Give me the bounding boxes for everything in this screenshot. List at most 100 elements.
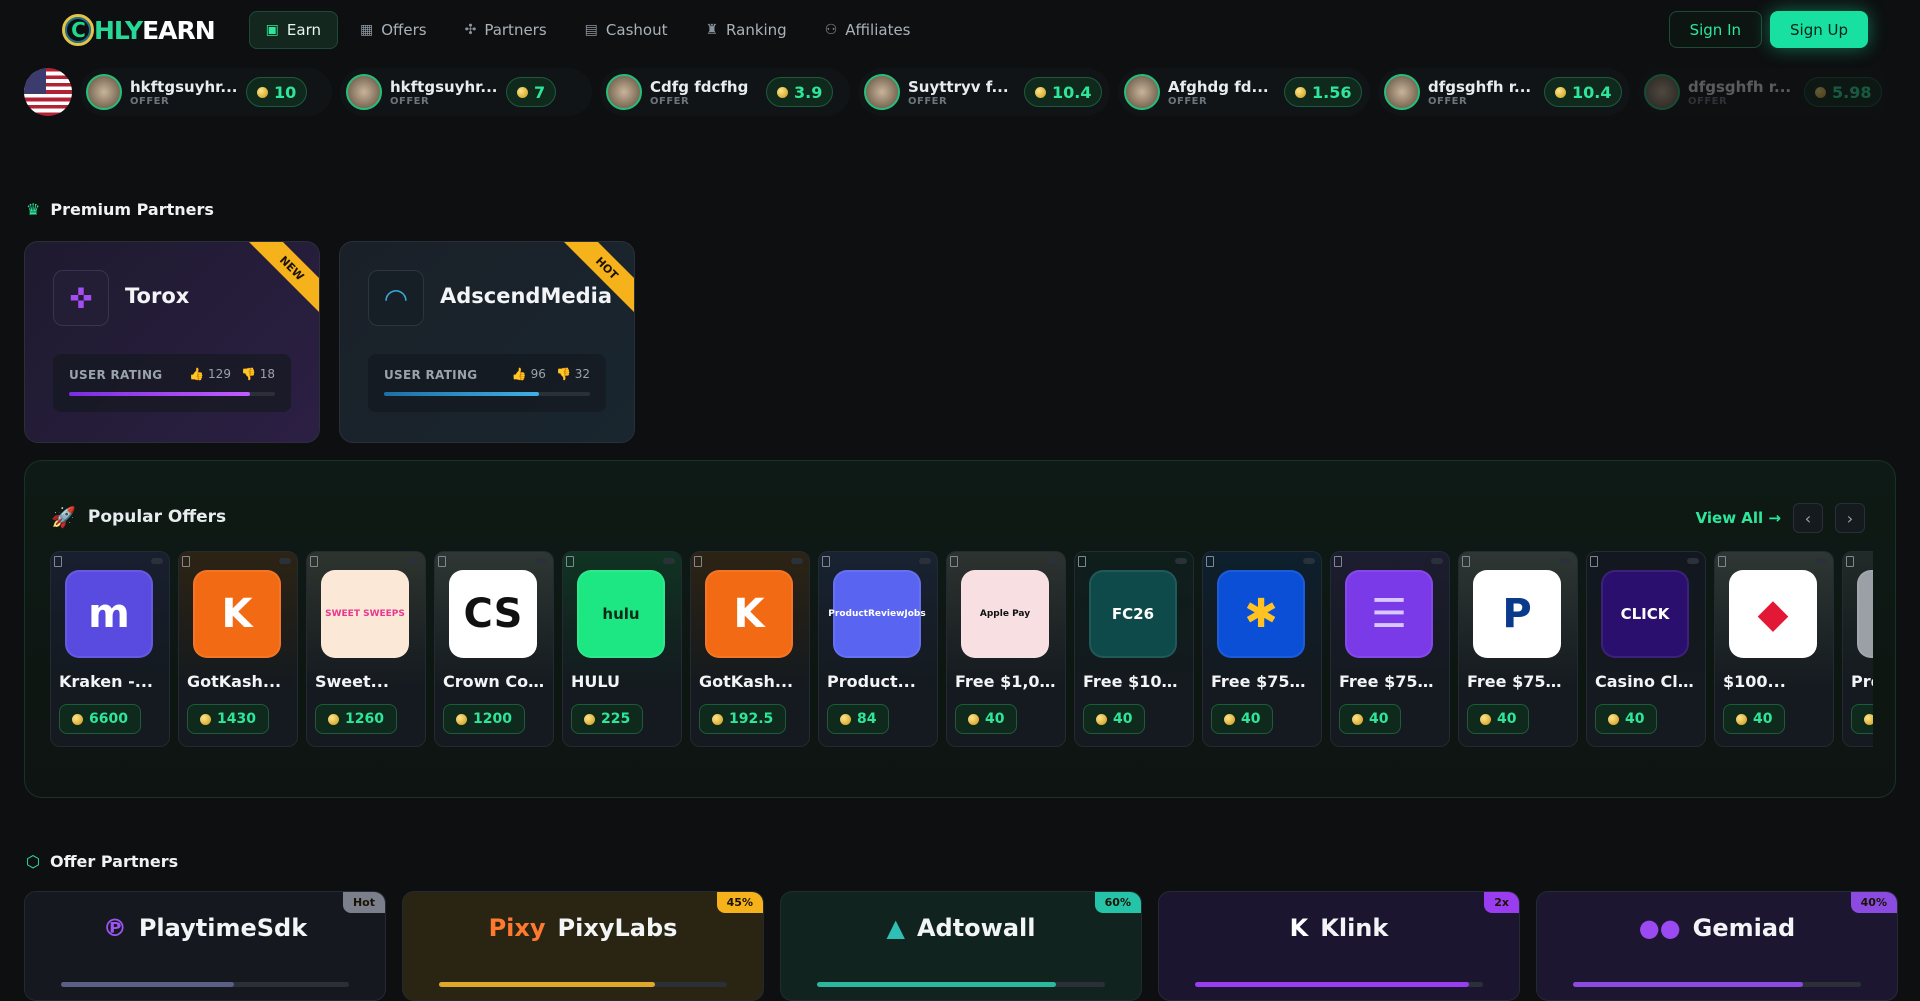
offer-thumbnail xyxy=(1857,570,1873,658)
offer-card[interactable]: ProductReviewJobs Product... 84 xyxy=(818,551,938,747)
offer-card[interactable]: K GotKash... 192.5 xyxy=(690,551,810,747)
offer-card[interactable]: Pro... 40 xyxy=(1842,551,1873,747)
offer-card[interactable]: SWEET SWEEPS Sweet... 1260 xyxy=(306,551,426,747)
offer-reward-pill: 6600 xyxy=(59,704,141,734)
offer-card[interactable]: K GotKash... 1430 xyxy=(178,551,298,747)
checkbox-icon xyxy=(1206,556,1214,567)
badge-dot xyxy=(535,558,547,564)
site-logo[interactable]: C HLY EARN xyxy=(62,14,216,46)
sign-in-button[interactable]: Sign In xyxy=(1668,11,1762,48)
offer-reward: 40 xyxy=(1113,711,1133,727)
rating-bar-fill xyxy=(69,392,251,396)
view-all-link[interactable]: View All → xyxy=(1696,509,1781,527)
partner-badge: Hot xyxy=(342,892,385,913)
offer-reward: 1200 xyxy=(473,711,512,727)
offer-reward-pill: 40 xyxy=(1211,704,1274,734)
offer-partner-card-playtimesdk[interactable]: ℗ PlaytimeSdk Hot xyxy=(24,891,386,1001)
offer-card[interactable]: P Free $750... 40 xyxy=(1458,551,1578,747)
partner-header: Pixy PixyLabs xyxy=(403,914,763,942)
nav-item-earn[interactable]: ▣ Earn xyxy=(248,11,338,49)
sign-up-button[interactable]: Sign Up xyxy=(1770,11,1868,48)
coin-icon xyxy=(777,86,788,98)
popular-offers-section: 🚀 Popular Offers View All → ‹ › m Kraken … xyxy=(24,460,1896,798)
offer-reward: 1430 xyxy=(217,711,256,727)
offer-card[interactable]: Apple Pay Free $1,00... 40 xyxy=(946,551,1066,747)
partner-header: ●● Gemiad xyxy=(1537,914,1897,942)
vote-counts: 👍 129 👎 18 xyxy=(189,367,275,381)
nav-item-label: Earn xyxy=(286,21,321,39)
offer-card[interactable]: CLICK Casino Cli... 40 xyxy=(1586,551,1706,747)
coin-icon xyxy=(712,713,723,725)
coin-icon xyxy=(1555,86,1566,98)
offer-reward: 192.5 xyxy=(729,711,774,727)
offer-partner-card-klink[interactable]: K Klink 2x xyxy=(1158,891,1520,1001)
ticker-amount-pill: 10.4 xyxy=(1544,77,1623,107)
offer-card[interactable]: ✱ Free $750... 40 xyxy=(1202,551,1322,747)
coin-icon xyxy=(1096,713,1107,725)
coin-icon xyxy=(584,713,595,725)
vote-counts: 👍 96 👎 32 xyxy=(512,367,590,381)
premium-partner-card-adscendmedia[interactable]: ◠ AdscendMedia HOT USER RATING 👍 96 👎 32 xyxy=(339,241,635,443)
nav-item-cashout[interactable]: ▤ Cashout xyxy=(569,11,684,49)
offer-reward-pill: 40 xyxy=(1723,704,1786,734)
partner-bar-fill xyxy=(439,982,655,987)
offer-card[interactable]: ◆ $100... 40 xyxy=(1714,551,1834,747)
ticker-amount-pill: 1.56 xyxy=(1284,77,1363,107)
nav-item-label: Ranking xyxy=(726,21,787,39)
offer-reward: 84 xyxy=(857,711,877,727)
ticker-item[interactable]: hkftgsuyhr... OFFER 10 xyxy=(80,68,332,116)
live-earnings-ticker: hkftgsuyhr... OFFER 10 hkftgsuyhr... OFFER 7 C… xyxy=(24,68,1884,116)
offer-name: Pro... xyxy=(1851,672,1873,691)
partner-name: Klink xyxy=(1320,914,1389,942)
us-flag-icon[interactable] xyxy=(24,68,72,116)
ticker-amount: 1.56 xyxy=(1312,82,1352,102)
avatar xyxy=(606,74,642,110)
partner-bar-fill xyxy=(817,982,1057,987)
ticker-item[interactable]: Suyttryv f... OFFER 10.4 xyxy=(858,68,1110,116)
ticker-item[interactable]: dfgsghfh r... OFFER 10.4 xyxy=(1378,68,1630,116)
ticker-type: OFFER xyxy=(1688,95,1728,107)
partner-name: PlaytimeSdk xyxy=(138,914,308,942)
offer-card[interactable]: ☰ Free $750... 40 xyxy=(1330,551,1450,747)
ticker-username: dfgsghfh r... xyxy=(1688,77,1792,96)
badge-dot xyxy=(1047,558,1059,564)
offer-thumbnail: ✱ xyxy=(1217,570,1305,658)
cube-icon: ⬡ xyxy=(26,852,40,871)
badge-dot xyxy=(1559,558,1571,564)
offer-thumbnail: ◆ xyxy=(1729,570,1817,658)
prev-arrow-button[interactable]: ‹ xyxy=(1793,503,1823,533)
offer-partner-card-gemiad[interactable]: ●● Gemiad 40% xyxy=(1536,891,1898,1001)
ticker-item[interactable]: dfgsghfh r... OFFER 5.98 xyxy=(1638,68,1884,116)
main-nav: ▣ Earn ▦ Offers ✣ Partners ▤ Cashout ♜ Ranking ⚇ Af… xyxy=(248,11,927,49)
partners-icon: ✣ xyxy=(464,22,477,38)
offer-partner-card-pixylabs[interactable]: Pixy PixyLabs 45% xyxy=(402,891,764,1001)
adscend-logo-icon: ◠ xyxy=(368,270,424,326)
nav-item-ranking[interactable]: ♜ Ranking xyxy=(689,11,802,49)
earn-icon: ▣ xyxy=(265,22,279,38)
offer-reward: 40 xyxy=(1497,711,1517,727)
nav-item-partners[interactable]: ✣ Partners xyxy=(449,11,563,49)
nav-item-offers[interactable]: ▦ Offers xyxy=(344,11,443,49)
logo-text-part2: EARN xyxy=(142,15,216,45)
offer-name: $100... xyxy=(1723,672,1786,691)
partner-name: Gemiad xyxy=(1692,914,1796,942)
premium-partners-title: Premium Partners xyxy=(50,200,214,219)
ticker-username: dfgsghfh r... xyxy=(1428,77,1532,96)
ticker-username: hkftgsuyhr... xyxy=(390,77,498,96)
ticker-type: OFFER xyxy=(1428,95,1468,107)
ticker-item[interactable]: Cdfg fdcfhg OFFER 3.9 xyxy=(600,68,850,116)
next-arrow-button[interactable]: › xyxy=(1835,503,1865,533)
ticker-item[interactable]: hkftgsuyhr... OFFER 7 xyxy=(340,68,592,116)
nav-item-affiliates[interactable]: ⚇ Affiliates xyxy=(809,11,927,49)
offer-card[interactable]: hulu HULU 225 xyxy=(562,551,682,747)
offer-name: Free $1,00... xyxy=(955,672,1059,691)
offer-thumbnail: ProductReviewJobs xyxy=(828,570,926,658)
ticker-item[interactable]: Afghdg fd... OFFER 1.56 xyxy=(1118,68,1370,116)
offer-partners-heading: ⬡ Offer Partners xyxy=(26,852,178,871)
offer-partner-card-adtowall[interactable]: ▲ Adtowall 60% xyxy=(780,891,1142,1001)
offer-card[interactable]: FC26 Free $100... 40 xyxy=(1074,551,1194,747)
offer-card[interactable]: CS Crown Coins 1200 xyxy=(434,551,554,747)
premium-partner-card-torox[interactable]: ✜ Torox NEW USER RATING 👍 129 👎 18 xyxy=(24,241,320,443)
offer-card[interactable]: m Kraken -... 6600 xyxy=(50,551,170,747)
offer-reward: 6600 xyxy=(89,711,128,727)
